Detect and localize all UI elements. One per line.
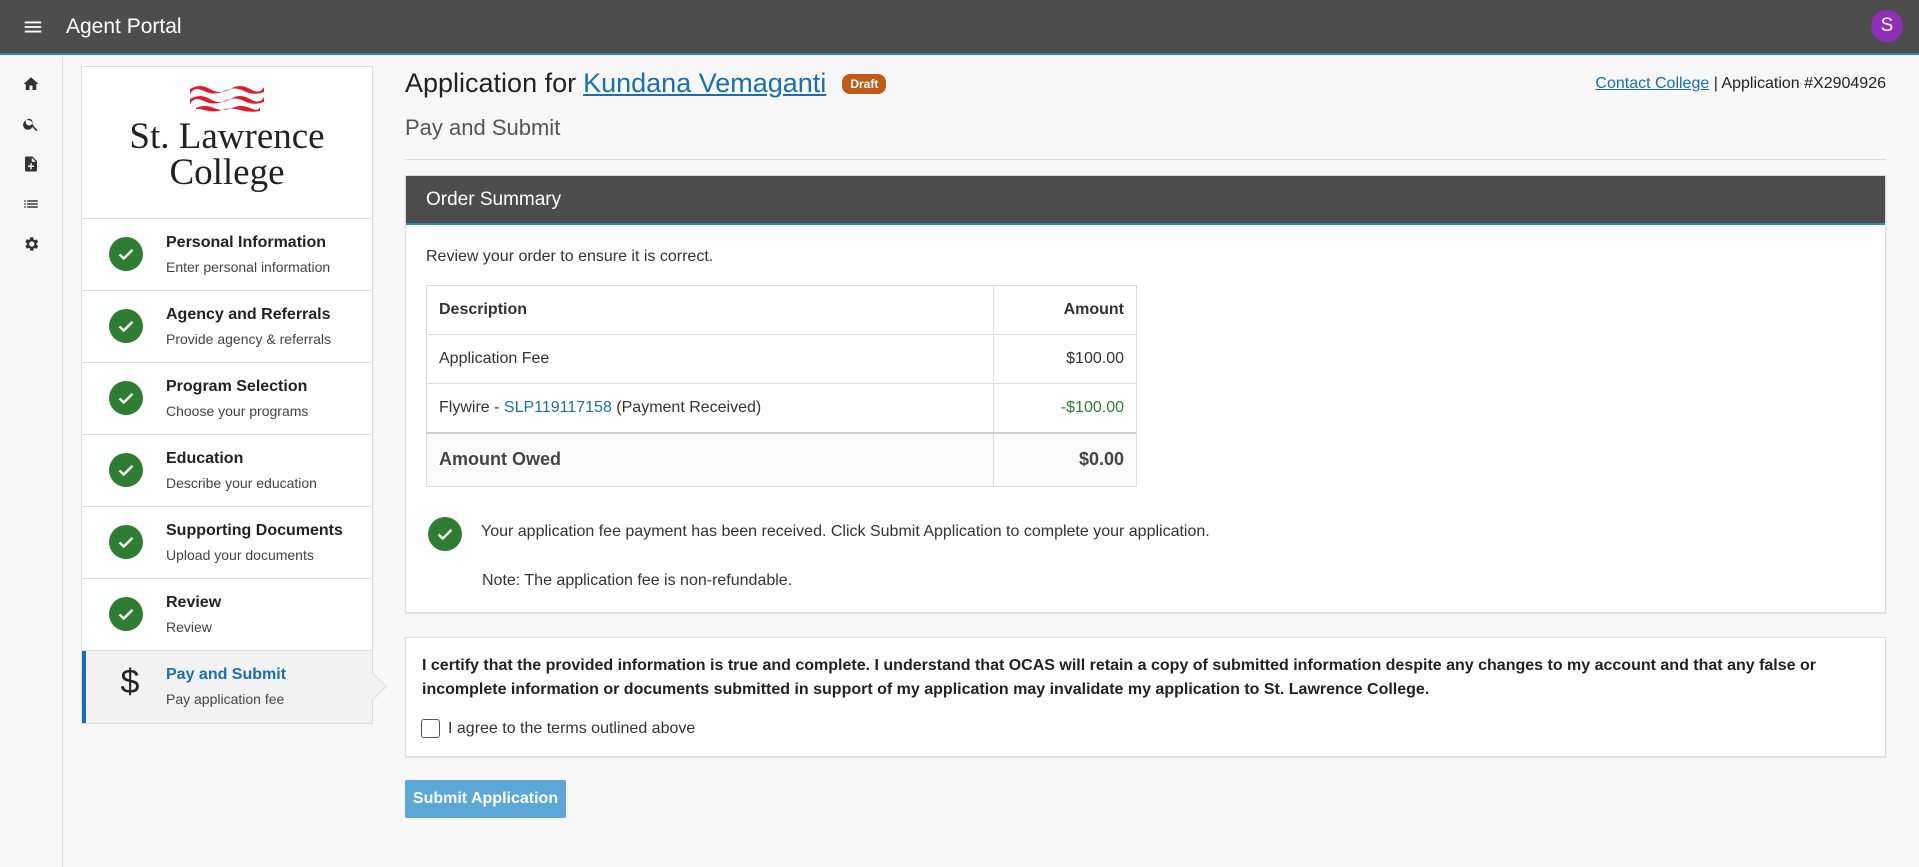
submit-application-button[interactable]: Submit Application [405,780,566,818]
college-logo-waves [190,86,264,112]
payment-description: Flywire - SLP119117158 (Payment Received… [426,383,994,433]
check-circle-icon [109,525,143,559]
step-title: Education [166,450,244,467]
agree-terms-label[interactable]: I agree to the terms outlined above [448,720,695,738]
payment-prefix: Flywire - [439,398,504,416]
step-subtitle: Provide agency & referrals [166,331,331,347]
step-pay-and-submit[interactable]: $ Pay and Submit Pay application fee [82,651,372,723]
check-circle-icon [109,453,143,487]
non-refundable-note: Note: The application fee is non-refunda… [482,572,793,589]
payment-reference-link[interactable]: SLP119117158 [504,399,612,416]
agree-terms-checkbox[interactable]: I agree to the terms outlined above [421,719,695,738]
application-number: Application #X2904926 [1721,75,1886,92]
amount-owed-label: Amount Owed [426,431,994,487]
step-review[interactable]: Review Review [82,579,372,651]
check-circle-icon [428,517,462,551]
payment-suffix: (Payment Received) [611,398,762,416]
check-circle-icon [109,597,143,631]
check-circle-icon [109,309,143,343]
status-badge: Draft [842,73,887,94]
order-summary-card: Order Summary Review your order to ensur… [405,175,1886,613]
table-header-row: Description Amount [426,285,1137,335]
college-logo-text: St. Lawrence College [129,116,325,193]
step-education[interactable]: Education Describe your education [82,435,372,507]
contact-college-link[interactable]: Contact College [1595,75,1709,92]
college-logo: St. Lawrence College [82,67,372,219]
step-title: Agency and Referrals [166,306,331,323]
college-logo-line-1: St. Lawrence [129,116,325,157]
checkbox-box[interactable] [421,719,440,738]
order-summary-title: Order Summary [406,176,1885,225]
certification-text: I certify that the provided information … [422,657,1816,698]
payment-amount: -$100.00 [993,383,1137,433]
left-nav-rail [0,57,63,867]
application-steps: St. Lawrence College Personal Informatio… [81,66,373,724]
step-subtitle: Review [166,619,212,635]
college-logo-line-2: College [169,152,285,193]
check-circle-icon [109,237,143,271]
fee-description: Application Fee [426,334,994,384]
check-circle-icon [109,381,143,415]
application-meta: Contact College | Application #X2904926 [1595,75,1886,93]
applicant-name-link[interactable]: Kundana Vemaganti [583,68,826,99]
step-subtitle: Pay application fee [166,691,285,707]
step-title: Personal Information [166,234,327,251]
amount-owed-row: Amount Owed $0.00 [426,431,1137,487]
page-subtitle: Pay and Submit [405,115,561,140]
step-subtitle: Choose your programs [166,403,309,419]
certification-card: I certify that the provided information … [405,637,1886,757]
search-icon[interactable] [18,111,44,137]
column-header-amount: Amount [993,285,1137,335]
top-app-bar: Agent Portal S [0,0,1919,55]
list-icon[interactable] [18,191,44,217]
meta-separator: | [1713,75,1718,92]
order-intro: Review your order to ensure it is correc… [426,248,714,265]
menu-icon[interactable] [16,10,50,44]
step-supporting-documents[interactable]: Supporting Documents Upload your documen… [82,507,372,579]
divider [405,159,1886,160]
step-program-selection[interactable]: Program Selection Choose your programs [82,363,372,435]
step-title: Pay and Submit [166,666,287,683]
step-subtitle: Describe your education [166,475,317,491]
add-document-icon[interactable] [18,151,44,177]
payment-received-message: Your application fee payment has been re… [481,523,1210,540]
home-icon[interactable] [18,71,44,97]
step-personal-information[interactable]: Personal Information Enter personal info… [82,219,372,291]
step-title: Review [166,594,222,611]
step-title: Program Selection [166,378,308,395]
amount-owed-value: $0.00 [993,431,1137,487]
step-subtitle: Enter personal information [166,259,331,275]
app-title: Agent Portal [66,14,182,38]
step-title: Supporting Documents [166,522,343,539]
gear-icon[interactable] [18,231,44,257]
table-row: Flywire - SLP119117158 (Payment Received… [426,383,1137,433]
fee-amount: $100.00 [993,334,1137,384]
column-header-description: Description [426,285,994,335]
order-table: Description Amount Application Fee $100.… [426,285,1137,487]
page-title: Application for Kundana Vemaganti Draft [405,68,887,99]
page-title-prefix: Application for [405,68,577,98]
table-row: Application Fee $100.00 [426,334,1137,384]
dollar-icon: $ [120,663,140,701]
step-agency-and-referrals[interactable]: Agency and Referrals Provide agency & re… [82,291,372,363]
step-subtitle: Upload your documents [166,547,314,563]
user-avatar[interactable]: S [1871,10,1903,42]
